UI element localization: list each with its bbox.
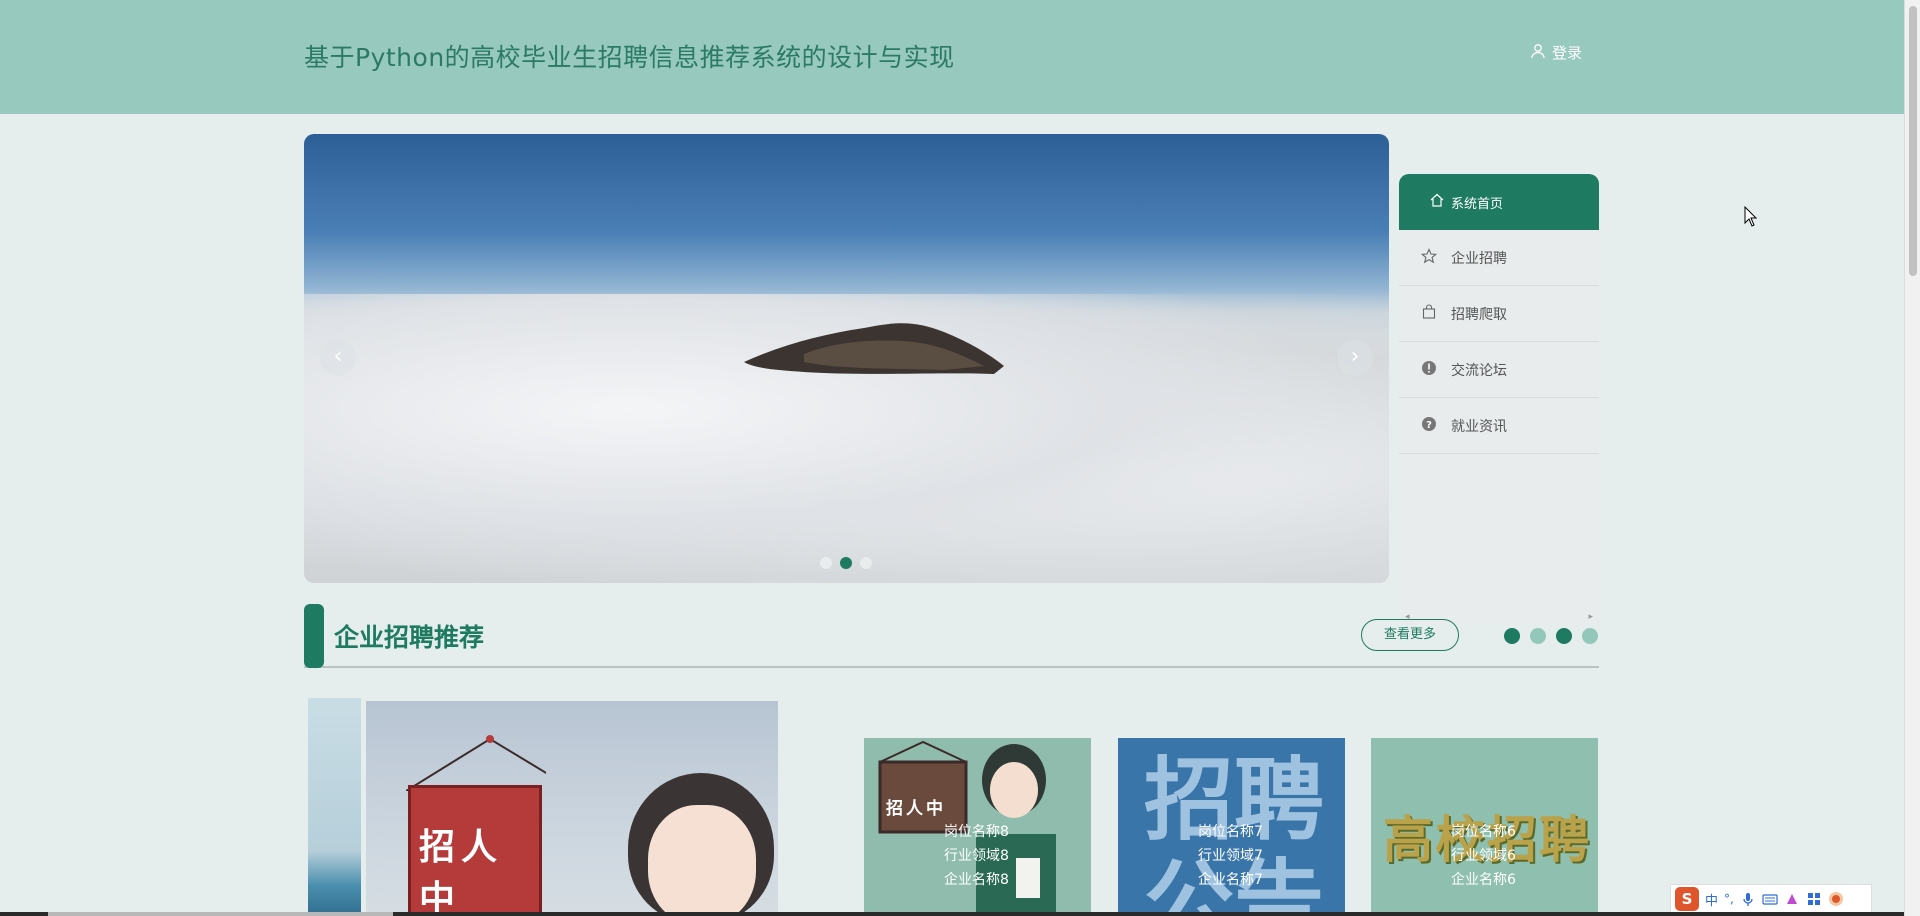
bag-icon (1421, 303, 1437, 324)
punctuation-icon[interactable]: °, (1724, 892, 1734, 906)
page-scrollbar[interactable] (1904, 0, 1920, 916)
menu-item-news[interactable]: ? 就业资讯 (1399, 398, 1599, 454)
ime-language-toggle[interactable]: 中 (1705, 890, 1718, 909)
banner-string-decoration (406, 735, 546, 791)
section-accent-bar (304, 604, 324, 668)
card-position: 岗位名称8 (944, 824, 1009, 840)
menu-item-label: 交流论坛 (1451, 362, 1507, 379)
mouse-cursor-icon (1744, 206, 1758, 227)
microphone-icon[interactable] (1740, 891, 1756, 907)
section-dot[interactable] (1556, 628, 1572, 644)
avatar-icon[interactable] (1828, 891, 1844, 907)
hero-carousel[interactable]: ‹ › (304, 134, 1389, 583)
feature-recruit-image[interactable]: 招人中 (366, 701, 778, 916)
section-title: 企业招聘推荐 (334, 623, 485, 652)
keyboard-icon[interactable] (1762, 891, 1778, 907)
card-industry: 行业领域8 (944, 848, 1009, 864)
carousel-dot-active[interactable] (840, 557, 852, 569)
site-title: 基于Python的高校毕业生招聘信息推荐系统的设计与实现 (304, 43, 955, 72)
menu-item-forum[interactable]: 交流论坛 (1399, 342, 1599, 398)
banner-text: 招人中 (419, 827, 504, 916)
menu-item-label: 招聘爬取 (1451, 306, 1507, 323)
feature-side-strip-image[interactable] (308, 698, 361, 916)
card-position: 岗位名称6 (1451, 824, 1516, 840)
card-industry: 行业领域7 (1198, 848, 1263, 864)
svg-text:?: ? (1426, 420, 1432, 431)
star-icon (1420, 247, 1438, 268)
user-icon (1530, 43, 1546, 63)
carousel-next-button[interactable]: › (1337, 340, 1373, 376)
exclamation-icon (1421, 360, 1437, 380)
question-icon: ? (1421, 416, 1437, 436)
card-company: 企业名称8 (944, 872, 1009, 888)
girl-face-illustration (648, 805, 756, 916)
job-card[interactable]: 高校招聘 岗位名称6 行业领域6 企业名称6 (1371, 738, 1598, 916)
carousel-dot[interactable] (820, 557, 832, 569)
side-menu: 系统首页 企业招聘 招聘爬取 交流论坛 ? 就业资讯 ◂ ▸ (1399, 174, 1599, 624)
window-bottom-highlight (48, 912, 393, 916)
menu-item-recruitment[interactable]: 企业招聘 (1399, 230, 1599, 286)
section-dot[interactable] (1504, 628, 1520, 644)
carousel-indicators (820, 557, 872, 569)
card-company: 企业名称6 (1451, 872, 1516, 888)
carousel-dot[interactable] (860, 557, 872, 569)
skin-icon[interactable] (1784, 891, 1800, 907)
section-dot[interactable] (1582, 628, 1598, 644)
home-icon (1429, 192, 1445, 212)
card-position: 岗位名称7 (1198, 824, 1263, 840)
grid-apps-icon[interactable] (1806, 891, 1822, 907)
menu-item-label: 系统首页 (1451, 196, 1504, 212)
section-dot[interactable] (1530, 628, 1546, 644)
card-company: 企业名称7 (1198, 872, 1263, 888)
view-more-button[interactable]: 查看更多 (1361, 619, 1459, 651)
scrollbar-thumb[interactable] (1909, 6, 1917, 276)
menu-item-label: 企业招聘 (1451, 250, 1507, 267)
menu-item-label: 就业资讯 (1451, 418, 1507, 435)
job-card[interactable]: 岗位名称8 行业领域8 企业名称8 招人中 (864, 738, 1091, 916)
login-button[interactable]: 登录 (1530, 42, 1582, 63)
menu-item-home[interactable]: 系统首页 (1399, 174, 1599, 230)
ime-logo-icon[interactable]: S (1675, 887, 1699, 911)
card-sign-text: 招人中 (886, 799, 946, 819)
ime-toolbar[interactable]: S 中 °, (1670, 884, 1872, 914)
card-industry: 行业领域6 (1451, 848, 1516, 864)
menu-item-crawl[interactable]: 招聘爬取 (1399, 286, 1599, 342)
recruit-banner: 招人中 (408, 785, 542, 916)
login-label: 登录 (1552, 44, 1583, 62)
top-header-bar: 基于Python的高校毕业生招聘信息推荐系统的设计与实现 登录 (0, 0, 1904, 114)
section-header: 企业招聘推荐 查看更多 (304, 604, 1599, 668)
carousel-island-image (744, 323, 1004, 374)
section-pagination (1504, 628, 1598, 644)
job-card[interactable]: 招聘 公告 岗位名称7 行业领域7 企业名称7 (1118, 738, 1345, 916)
carousel-prev-button[interactable]: ‹ (320, 340, 356, 376)
